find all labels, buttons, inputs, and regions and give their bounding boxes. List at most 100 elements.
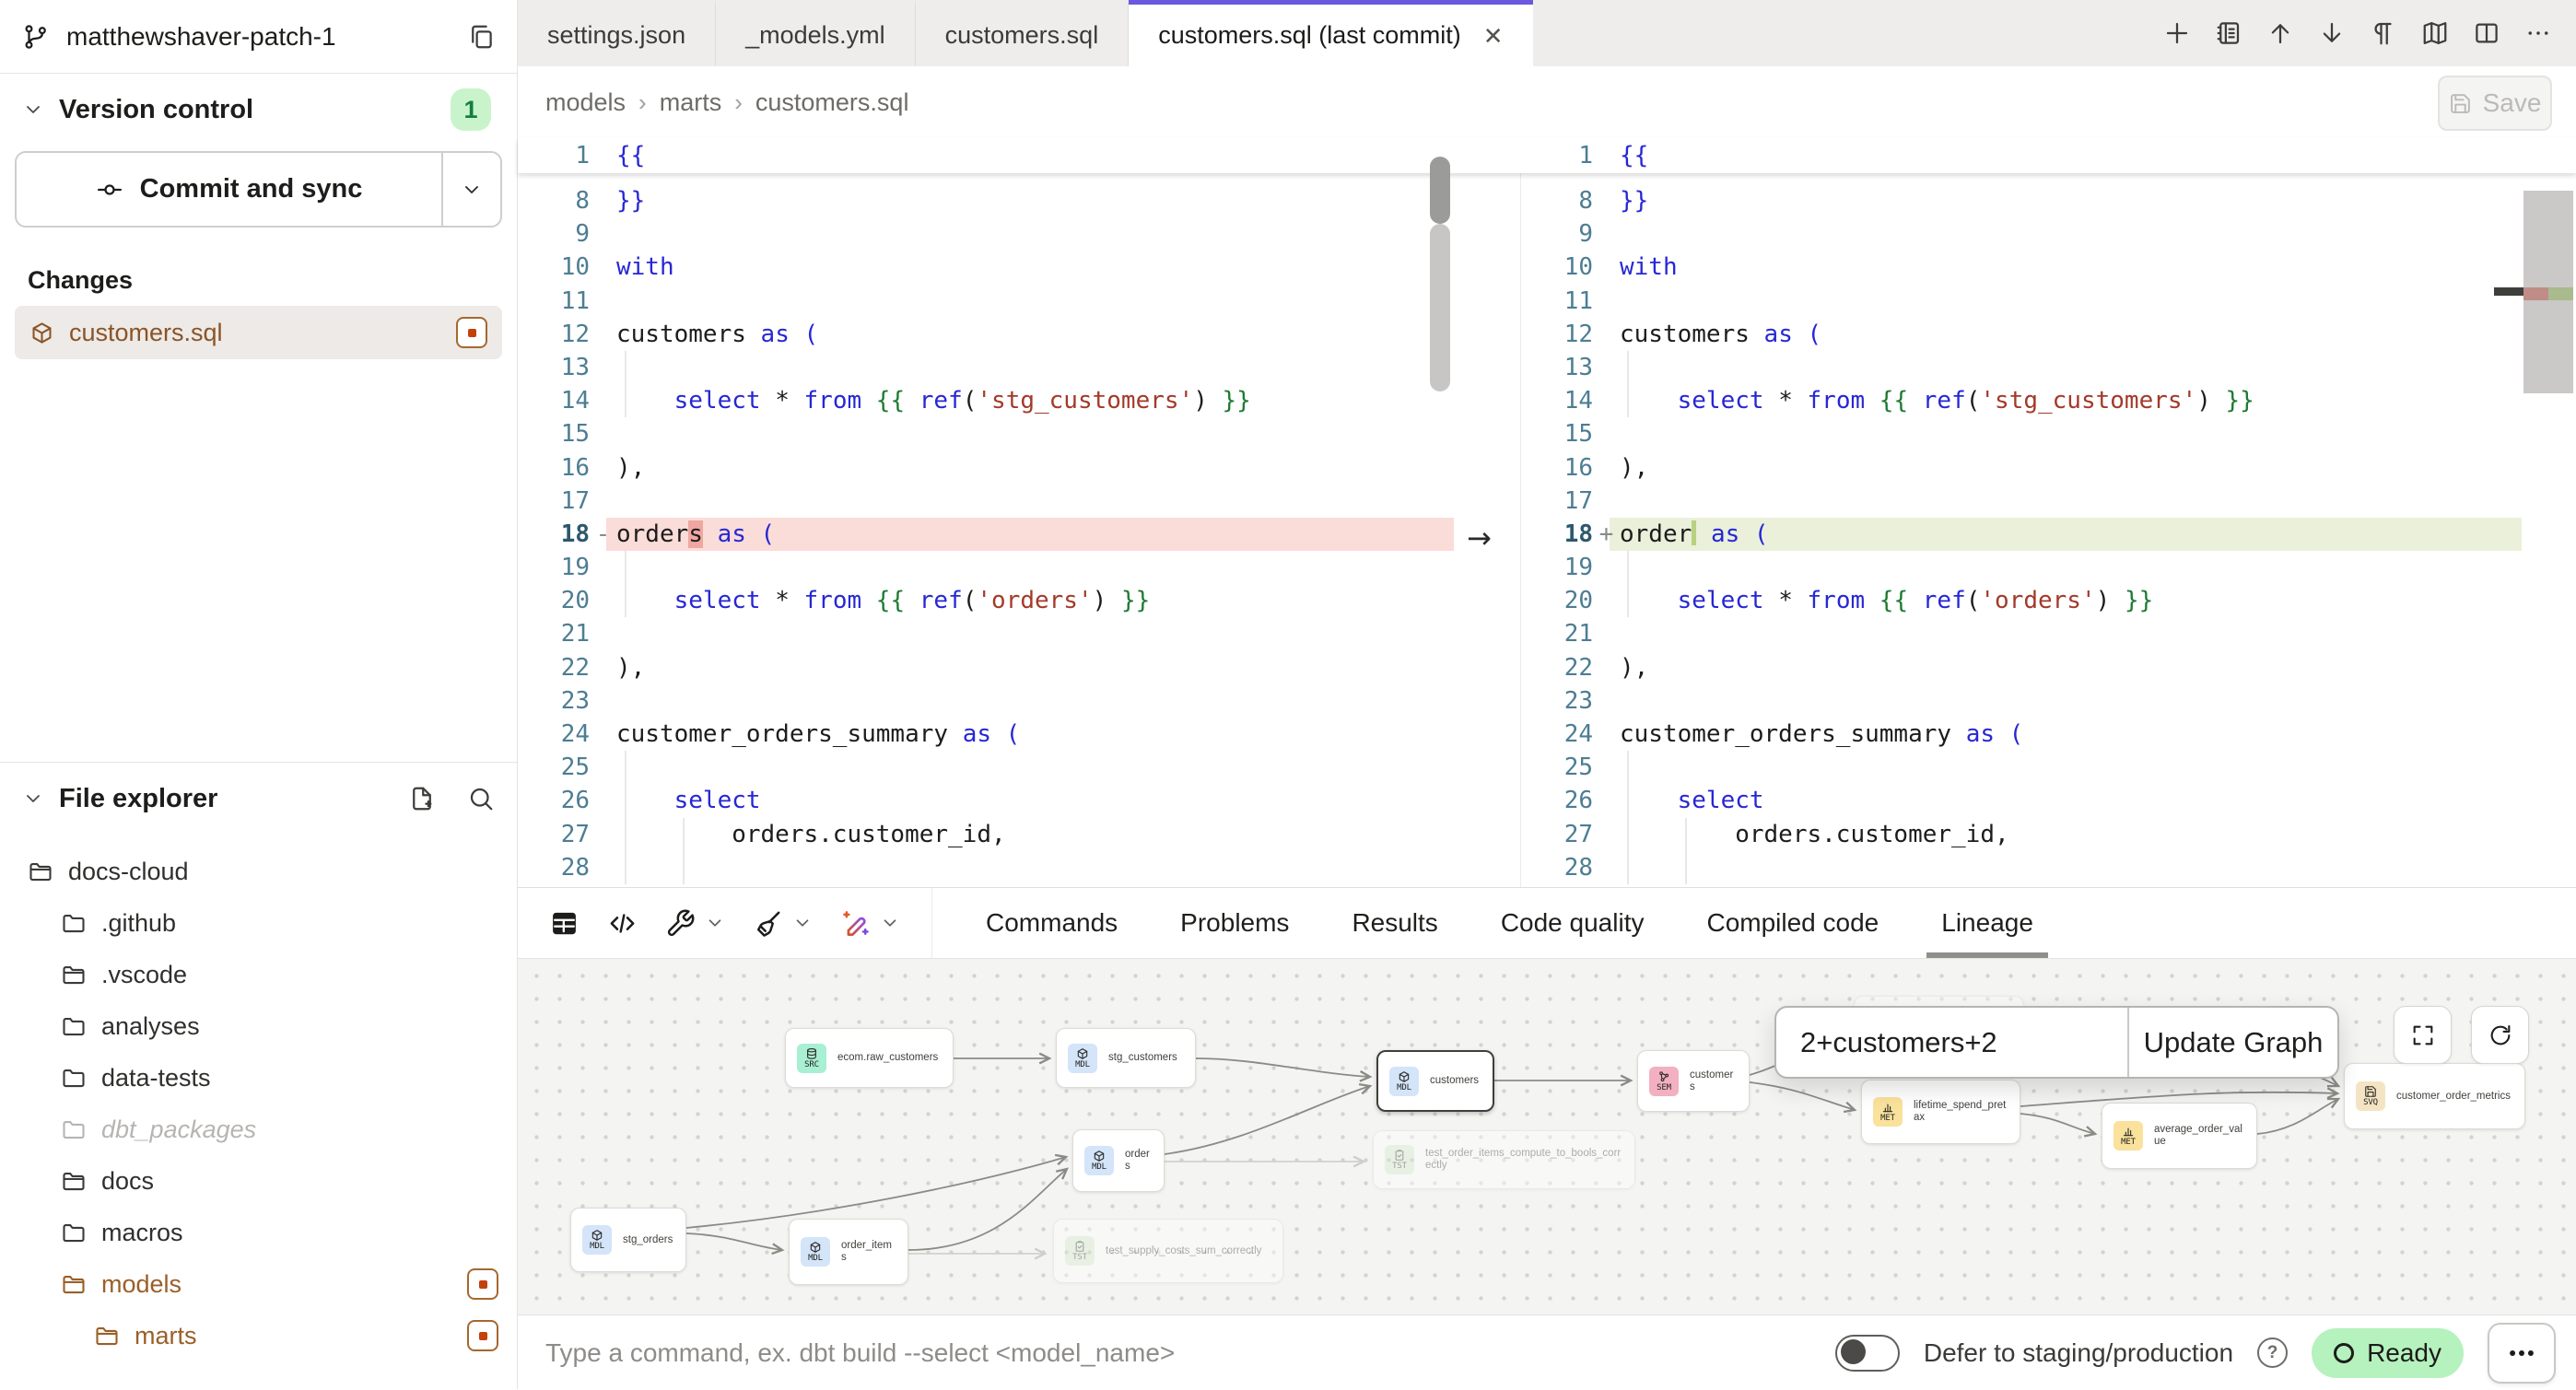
code-line-original-18[interactable]: 18-orders as (	[518, 518, 1454, 551]
bottom-tab-results[interactable]: Results	[1320, 888, 1469, 958]
commit-and-sync-button[interactable]: Commit and sync	[15, 151, 502, 228]
code-line-original-20[interactable]: 20 select * from {{ ref('orders') }}	[518, 584, 1454, 617]
lineage-node-stg-customers[interactable]: MDLstg_customers	[1056, 1028, 1196, 1088]
code-line-original-14[interactable]: 14 select * from {{ ref('stg_customers')…	[518, 384, 1454, 417]
code-line-modified-13[interactable]: 13	[1521, 351, 2576, 384]
code-line-original-9[interactable]: 9	[518, 217, 1454, 251]
breadcrumb-item-models[interactable]: models	[545, 88, 626, 117]
defer-toggle[interactable]	[1835, 1335, 1900, 1372]
code-line-modified-21[interactable]: 21	[1521, 617, 2576, 650]
lineage-node-customers[interactable]: MDLcustomers	[1376, 1050, 1494, 1112]
scrollbar-thumb[interactable]	[1430, 224, 1450, 391]
code-line-modified-27[interactable]: 27 orders.customer_id,	[1521, 818, 2576, 851]
refresh-button[interactable]	[2471, 1006, 2529, 1064]
fullscreen-button[interactable]	[2394, 1006, 2452, 1064]
bottom-tab-commands[interactable]: Commands	[954, 888, 1149, 958]
tree-item-data-tests[interactable]: data-tests	[0, 1052, 517, 1104]
tree-item-vscode[interactable]: .vscode	[0, 949, 517, 1000]
tab-settings-json[interactable]: settings.json	[518, 0, 716, 66]
breadcrumb-item-customers-sql[interactable]: customers.sql	[755, 88, 909, 117]
code-line-original-12[interactable]: 12customers as (	[518, 318, 1454, 351]
arrow-up-icon[interactable]	[2266, 19, 2294, 47]
lineage-selector-input[interactable]: 2+customers+2	[1776, 1008, 2127, 1077]
split-icon[interactable]	[2473, 19, 2500, 47]
code-line-modified-25[interactable]: 25	[1521, 751, 2576, 784]
bottom-tab-compiled-code[interactable]: Compiled code	[1675, 888, 1910, 958]
file-explorer-header[interactable]: File explorer	[0, 766, 517, 831]
code-line-original-23[interactable]: 23	[518, 684, 1454, 718]
code-line-original-15[interactable]: 15	[518, 417, 1454, 450]
code-line-modified-19[interactable]: 19	[1521, 551, 2576, 584]
version-control-header[interactable]: Version control 1	[0, 74, 517, 146]
lineage-node-lifetime-spend-pretax[interactable]: METlifetime_spend_pretax	[1861, 1080, 2020, 1144]
tab-customers-sql-last-commit[interactable]: customers.sql (last commit)✕	[1129, 0, 1532, 66]
code-line-original-8[interactable]: 8}}	[518, 184, 1454, 217]
lineage-node-stg-orders[interactable]: MDLstg_orders	[570, 1208, 686, 1272]
code-line-original-19[interactable]: 19	[518, 551, 1454, 584]
code-line-original-11[interactable]: 11	[518, 285, 1454, 318]
code-line-original-22[interactable]: 22),	[518, 651, 1454, 684]
diff-pane-original[interactable]: 8}}910with1112customers as (1314 select …	[518, 138, 1454, 887]
code-line-modified-15[interactable]: 15	[1521, 417, 2576, 450]
tree-item-docs[interactable]: docs	[0, 1155, 517, 1207]
commit-and-sync-main[interactable]: Commit and sync	[17, 153, 441, 226]
changed-file-customers-sql[interactable]: customers.sql	[15, 306, 502, 359]
code-line-original-25[interactable]: 25	[518, 751, 1454, 784]
diff-arrow-icon[interactable]: →	[1467, 520, 1492, 555]
code-line-modified-12[interactable]: 12customers as (	[1521, 318, 2576, 351]
tree-item-macros[interactable]: macros	[0, 1207, 517, 1258]
code-line-original-24[interactable]: 24customer_orders_summary as (	[518, 718, 1454, 751]
help-icon[interactable]: ?	[2257, 1337, 2288, 1368]
lineage-node-test-order-items-compute-to-bools-correctly[interactable]: TSTtest_order_items_compute_to_bools_cor…	[1373, 1130, 1635, 1189]
search-icon[interactable]	[467, 785, 495, 812]
tree-item-dbt-packages[interactable]: dbt_packages	[0, 1104, 517, 1155]
diff-pane-modified[interactable]: 8}}910with1112customers as (1314 select …	[1520, 138, 2576, 887]
copy-icon[interactable]	[467, 23, 495, 51]
code-line-modified-28[interactable]: 28	[1521, 851, 2576, 884]
code-line-original-26[interactable]: 26 select	[518, 784, 1454, 817]
update-graph-button[interactable]: Update Graph	[2127, 1008, 2337, 1077]
breadcrumb-item-marts[interactable]: marts	[660, 88, 722, 117]
code-line-modified-14[interactable]: 14 select * from {{ ref('stg_customers')…	[1521, 384, 2576, 417]
scrollbar-thumb[interactable]	[1430, 157, 1450, 224]
code-line-modified-16[interactable]: 16),	[1521, 451, 2576, 485]
tree-item-docs-cloud[interactable]: docs-cloud	[0, 846, 517, 897]
more-options-button[interactable]	[2488, 1323, 2556, 1384]
lineage-node-order-items[interactable]: MDLorder_items	[789, 1219, 908, 1285]
code-line-modified-9[interactable]: 9	[1521, 217, 2576, 251]
code-line-modified-8[interactable]: 8}}	[1521, 184, 2576, 217]
tree-item-analyses[interactable]: analyses	[0, 1000, 517, 1052]
pilcrow-icon[interactable]	[2370, 19, 2397, 47]
bottom-tab-problems[interactable]: Problems	[1149, 888, 1320, 958]
code-line-original-16[interactable]: 16),	[518, 451, 1454, 485]
code-tool[interactable]	[607, 908, 638, 939]
bottom-tab-lineage[interactable]: Lineage	[1910, 888, 2065, 958]
tree-item-github[interactable]: .github	[0, 897, 517, 949]
lineage-node-customer-order-metrics[interactable]: SVQcustomer_order_metrics	[2344, 1063, 2525, 1129]
code-line-original-28[interactable]: 28	[518, 851, 1454, 884]
tree-item-models[interactable]: models	[0, 1258, 517, 1310]
code-line-modified-20[interactable]: 20 select * from {{ ref('orders') }}	[1521, 584, 2576, 617]
dots-icon[interactable]	[2524, 19, 2552, 47]
status-badge[interactable]: Ready	[2312, 1328, 2464, 1378]
commit-options-caret[interactable]	[441, 153, 500, 226]
lineage-canvas[interactable]: METcount_lifetime_ordersSRCecom.raw_cust…	[518, 959, 2576, 1314]
code-line-modified-24[interactable]: 24customer_orders_summary as (	[1521, 718, 2576, 751]
branch-header[interactable]: matthewshaver-patch-1	[0, 0, 517, 74]
wand-tool[interactable]	[840, 908, 900, 939]
tab-models-yml[interactable]: _models.yml	[716, 0, 916, 66]
wrench-tool[interactable]	[665, 908, 725, 939]
code-line-modified-22[interactable]: 22),	[1521, 651, 2576, 684]
sticky-line-original[interactable]: 1{{	[518, 138, 1454, 173]
tree-item-marts[interactable]: marts	[0, 1310, 517, 1361]
lineage-node-customers[interactable]: SEMcustomers	[1637, 1050, 1750, 1112]
code-line-original-10[interactable]: 10with	[518, 251, 1454, 284]
broom-tool[interactable]	[753, 908, 813, 939]
code-line-original-17[interactable]: 17	[518, 485, 1454, 518]
code-line-modified-17[interactable]: 17	[1521, 485, 2576, 518]
lineage-node-orders[interactable]: MDLorders	[1072, 1129, 1165, 1192]
code-line-modified-23[interactable]: 23	[1521, 684, 2576, 718]
code-line-original-13[interactable]: 13	[518, 351, 1454, 384]
save-button[interactable]: Save	[2438, 76, 2552, 131]
sticky-line-modified[interactable]: 1{{	[1521, 138, 2576, 173]
